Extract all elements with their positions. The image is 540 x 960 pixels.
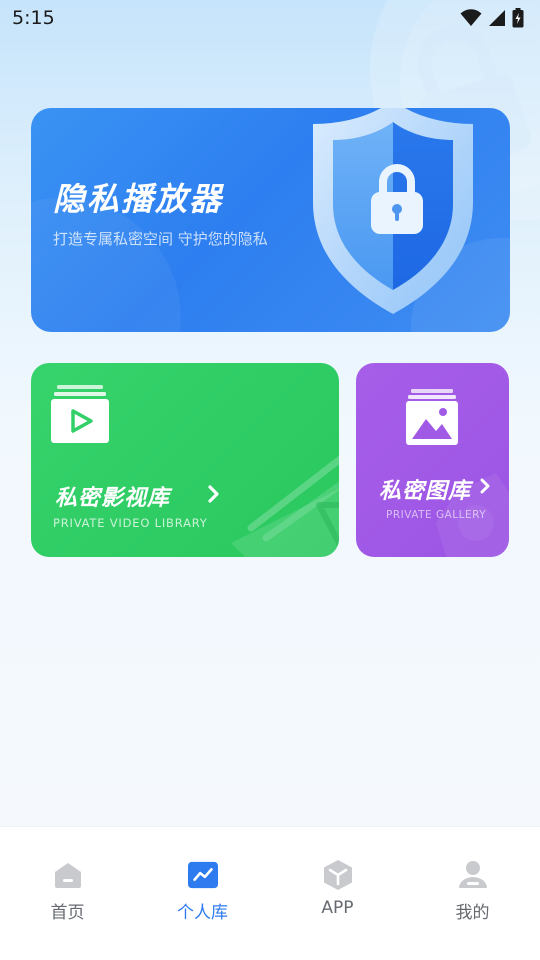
nav-label-home: 首页 [50, 903, 85, 923]
gallery-subtitle: PRIVATE GALLERY [386, 509, 487, 521]
hero-title: 隐私播放器 [53, 180, 224, 218]
nav-item-home[interactable]: 首页 [0, 827, 135, 960]
box-icon [323, 860, 353, 890]
status-icons [460, 8, 524, 28]
cellular-signal-icon [489, 10, 505, 26]
gallery-title: 私密图库 [379, 479, 472, 504]
user-icon [458, 860, 488, 890]
nav-item-personal-library[interactable]: 个人库 [135, 827, 270, 960]
shield-lock-icon [313, 108, 473, 314]
video-library-subtitle: PRIVATE VIDEO LIBRARY [53, 516, 208, 530]
home-icon [53, 860, 83, 890]
hero-subtitle: 打造专属私密空间 守护您的隐私 [53, 230, 268, 248]
image-icon [406, 389, 458, 445]
private-video-library-card[interactable]: 私密影视库 PRIVATE VIDEO LIBRARY [31, 363, 339, 557]
private-gallery-card[interactable]: 私密图库 PRIVATE GALLERY [356, 363, 509, 557]
chevron-right-icon [480, 478, 490, 494]
library-icon [187, 860, 218, 890]
video-card-decoration [231, 455, 339, 557]
wifi-icon [460, 9, 482, 26]
battery-charging-icon [512, 8, 524, 28]
status-bar: 5:15 [0, 0, 540, 36]
status-time: 5:15 [12, 7, 55, 29]
nav-label-personal-library: 个人库 [177, 903, 228, 923]
bottom-navigation: 首页 个人库 APP 我的 [0, 826, 540, 960]
nav-item-mine[interactable]: 我的 [405, 827, 540, 960]
play-icon [51, 385, 109, 443]
chevron-right-icon [208, 485, 219, 503]
nav-item-app[interactable]: APP [270, 827, 405, 960]
nav-label-mine: 我的 [455, 903, 490, 923]
privacy-player-banner[interactable]: 隐私播放器 打造专属私密空间 守护您的隐私 [31, 108, 510, 332]
video-library-title: 私密影视库 [55, 486, 171, 511]
nav-label-app: APP [321, 898, 354, 918]
